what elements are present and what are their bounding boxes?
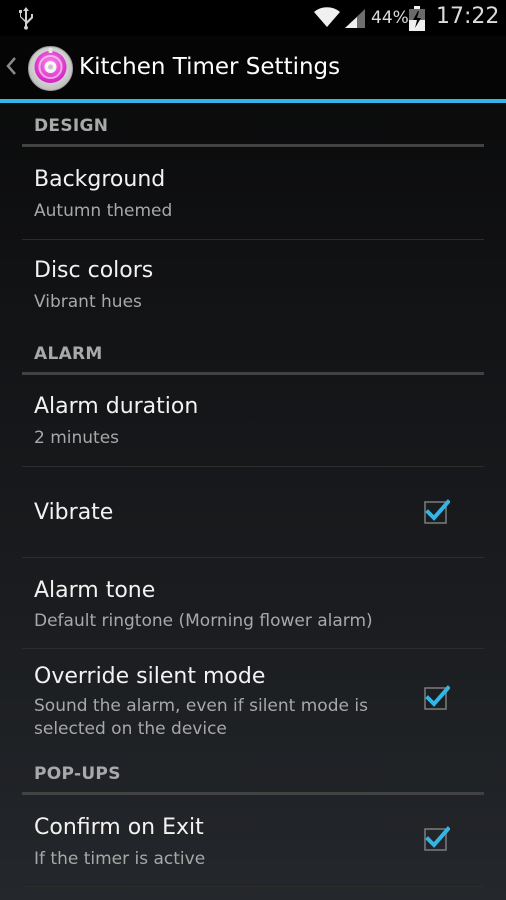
- category-label: DESIGN: [34, 116, 109, 136]
- pref-summary: If the timer is active: [34, 849, 206, 869]
- pref-summary: Autumn themed: [34, 201, 173, 221]
- pref-title: Alarm duration: [34, 394, 199, 419]
- page-title: Kitchen Timer Settings: [79, 54, 341, 80]
- battery-charging-icon: [409, 6, 425, 31]
- category-alarm: ALARM: [22, 344, 484, 378]
- up-navigation-button[interactable]: Kitchen Timer Settings: [0, 36, 340, 100]
- pref-title: Confirm on Exit: [34, 815, 204, 840]
- pref-confirm-on-exit[interactable]: Confirm on Exit If the timer is active: [22, 797, 484, 887]
- kitchen-timer-app-icon: [28, 46, 73, 91]
- pref-alarm-duration[interactable]: Alarm duration 2 minutes: [22, 377, 484, 467]
- category-label: ALARM: [34, 344, 103, 364]
- wifi-icon: [314, 7, 340, 27]
- category-popups: POP-UPS: [22, 764, 484, 798]
- category-divider: [22, 144, 484, 147]
- vibrate-checkbox[interactable]: [424, 499, 450, 525]
- pref-summary: Default ringtone (Morning flower alarm): [34, 611, 373, 631]
- pref-divider: [22, 886, 484, 887]
- pref-override-silent-mode[interactable]: Override silent mode Sound the alarm, ev…: [22, 649, 484, 757]
- override-silent-checkbox[interactable]: [424, 685, 450, 711]
- chevron-left-icon: [6, 57, 16, 75]
- pref-title: Vibrate: [34, 500, 114, 525]
- action-bar-accent-line: [0, 99, 506, 103]
- pref-summary: Vibrant hues: [34, 292, 142, 312]
- usb-icon: [19, 7, 33, 30]
- signal-icon: [345, 9, 365, 28]
- pref-disc-colors[interactable]: Disc colors Vibrant hues: [22, 240, 484, 335]
- category-label: POP-UPS: [34, 764, 121, 784]
- settings-screen: 44% 17:22 Kitchen Timer Settings DESIGN …: [0, 0, 506, 900]
- pref-alarm-tone[interactable]: Alarm tone Default ringtone (Morning flo…: [22, 558, 484, 649]
- pref-title: Disc colors: [34, 258, 154, 283]
- pref-title: Background: [34, 167, 166, 192]
- pref-title: Override silent mode: [34, 664, 266, 689]
- battery-percent: 44%: [371, 8, 409, 28]
- pref-summary: Sound the alarm, even if silent mode is …: [34, 696, 368, 739]
- action-bar: Kitchen Timer Settings: [0, 36, 506, 100]
- pref-background[interactable]: Background Autumn themed: [22, 150, 484, 240]
- category-divider: [22, 792, 484, 795]
- pref-summary: 2 minutes: [34, 428, 120, 448]
- clock: 17:22: [436, 4, 500, 29]
- pref-vibrate[interactable]: Vibrate: [22, 467, 484, 558]
- pref-title: Alarm tone: [34, 578, 156, 603]
- status-bar: 44% 17:22: [0, 0, 506, 36]
- category-design: DESIGN: [22, 116, 484, 150]
- confirm-exit-checkbox[interactable]: [424, 826, 450, 852]
- category-divider: [22, 372, 484, 375]
